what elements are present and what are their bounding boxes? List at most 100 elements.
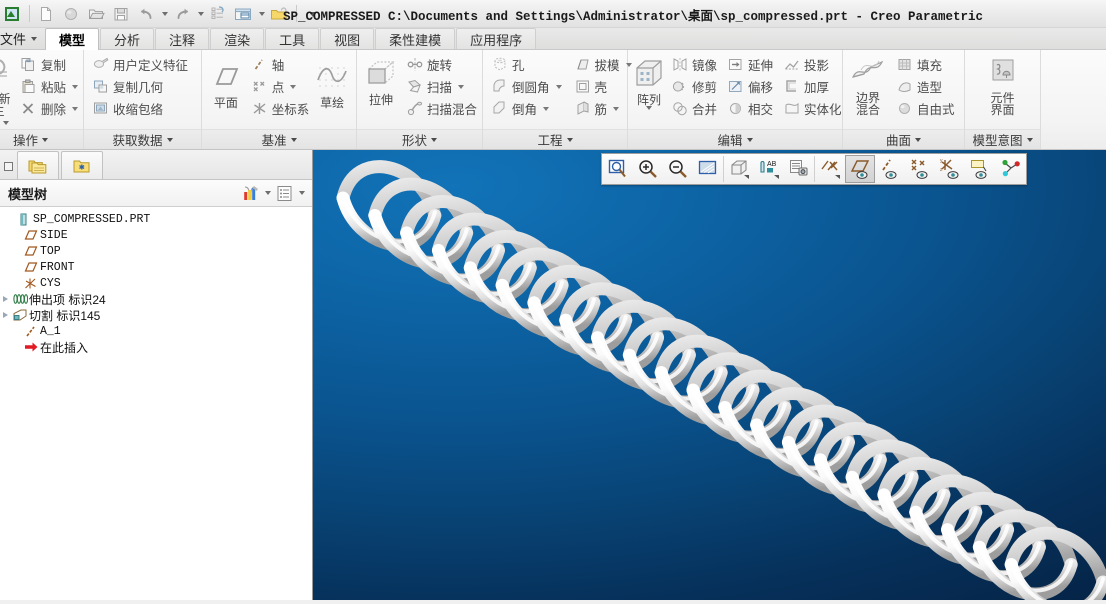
close-folder-icon[interactable]: [267, 3, 291, 25]
tab-analysis[interactable]: 分析: [100, 28, 155, 49]
sketch-button[interactable]: 草绘: [311, 53, 353, 109]
pattern-button[interactable]: 阵列: [631, 53, 667, 110]
plane-display-icon[interactable]: [845, 155, 875, 183]
regenerate-icon[interactable]: [206, 3, 230, 25]
datum-axis-button[interactable]: 轴: [249, 54, 312, 75]
boundary-blend-button[interactable]: 边界 混合: [846, 53, 890, 116]
tab-view[interactable]: 视图: [320, 28, 375, 49]
extend-button[interactable]: 延伸: [725, 54, 775, 75]
intersect-button[interactable]: 相交: [725, 98, 775, 119]
csys-display-icon[interactable]: y z: [935, 155, 965, 183]
tab-render[interactable]: 渲染: [210, 28, 265, 49]
udf-button[interactable]: 用户定义特征: [90, 54, 190, 75]
annotation-display-icon[interactable]: [965, 155, 995, 183]
chevron-down-icon[interactable]: [566, 137, 573, 142]
ribbon-group-editing-title[interactable]: 编辑: [628, 129, 842, 149]
customize-qat-icon[interactable]: [301, 3, 325, 25]
datum-display-all-icon[interactable]: [815, 155, 845, 183]
chevron-down-icon[interactable]: [543, 106, 550, 111]
tree-node-axis[interactable]: A_1: [0, 323, 312, 339]
ribbon-group-datum-title[interactable]: 基准: [202, 129, 356, 149]
ribbon-group-get-data-title[interactable]: 获取数据: [84, 129, 201, 149]
shell-button[interactable]: 壳: [572, 76, 634, 97]
extrude-button[interactable]: 拉伸: [360, 53, 402, 106]
ribbon-group-operations-title[interactable]: 操作: [0, 129, 83, 149]
thicken-button[interactable]: 加厚: [781, 76, 844, 97]
zoom-in-icon[interactable]: [633, 155, 663, 183]
freestyle-button[interactable]: 自由式: [894, 98, 957, 119]
window-icon[interactable]: [231, 3, 255, 25]
style-button[interactable]: 造型: [894, 76, 957, 97]
rib-button[interactable]: 筋: [572, 98, 634, 119]
display-style-icon[interactable]: [724, 155, 754, 183]
chevron-down-icon[interactable]: [42, 137, 48, 142]
ribbon-group-model-intent-title[interactable]: 模型意图: [965, 129, 1040, 149]
chevron-down-icon[interactable]: [555, 84, 562, 89]
tree-node-part[interactable]: SP_COMPRESSED.PRT: [0, 211, 312, 227]
solidify-button[interactable]: 实体化: [781, 98, 844, 119]
filter-tools-icon[interactable]: [240, 183, 262, 204]
component-interface-button[interactable]: 元件 界面: [975, 53, 1031, 116]
chevron-down-icon[interactable]: [3, 121, 9, 125]
chevron-down-icon[interactable]: [290, 137, 297, 142]
tree-settings-icon[interactable]: [274, 183, 296, 204]
chevron-down-icon[interactable]: [458, 84, 464, 89]
chevron-down-icon[interactable]: [613, 106, 620, 111]
chevron-down-icon[interactable]: [72, 106, 78, 111]
offset-button[interactable]: 偏移: [725, 76, 775, 97]
chevron-down-icon[interactable]: [1026, 137, 1033, 142]
revolve-button[interactable]: 旋转: [404, 54, 479, 75]
tab-file[interactable]: 文件: [0, 28, 41, 49]
sweep-button[interactable]: 扫描: [404, 76, 479, 97]
view-manager-icon[interactable]: [784, 155, 814, 183]
tree-node-cut[interactable]: 切割 标识145: [0, 307, 312, 323]
redo-dropdown-caret-icon[interactable]: [195, 3, 206, 25]
swept-blend-button[interactable]: 扫描混合: [404, 98, 479, 119]
spin-center-icon[interactable]: [995, 155, 1025, 183]
tree-node-insert-here[interactable]: 在此插入: [0, 339, 312, 355]
chevron-down-icon[interactable]: [72, 84, 78, 89]
regenerate-button[interactable]: 重新生 成: [0, 53, 16, 129]
tab-applications[interactable]: 应用程序: [456, 28, 537, 49]
chamfer-button[interactable]: 倒角: [489, 98, 564, 119]
tree-node-cys[interactable]: CYS: [0, 275, 312, 291]
tree-expander-icon[interactable]: [0, 312, 11, 318]
delete-button[interactable]: 删除: [18, 98, 80, 119]
project-button[interactable]: 投影: [781, 54, 844, 75]
chevron-down-icon[interactable]: [431, 137, 437, 142]
ribbon-group-shapes-title[interactable]: 形状: [357, 129, 482, 149]
tab-flexible-modeling[interactable]: 柔性建模: [375, 28, 456, 49]
open-sphere-icon[interactable]: [59, 3, 83, 25]
tree-settings-caret-icon[interactable]: [296, 183, 308, 204]
chevron-down-icon[interactable]: [746, 137, 753, 142]
redo-icon[interactable]: [170, 3, 194, 25]
datum-plane-button[interactable]: 平面: [205, 53, 247, 109]
draft-button[interactable]: 拔模: [572, 54, 634, 75]
layer-tree-tab[interactable]: [61, 151, 103, 179]
tree-node-side[interactable]: SIDE: [0, 227, 312, 243]
tree-node-protrusion[interactable]: 伸出项 标识24: [0, 291, 312, 307]
refit-icon[interactable]: [603, 155, 633, 183]
app-logo-icon[interactable]: [0, 3, 24, 25]
open-folder-icon[interactable]: [84, 3, 108, 25]
zoom-out-icon[interactable]: [663, 155, 693, 183]
filter-dropdown-caret-icon[interactable]: [262, 183, 274, 204]
ribbon-group-surfaces-title[interactable]: 曲面: [843, 129, 964, 149]
window-dropdown-caret-icon[interactable]: [256, 3, 267, 25]
repaint-icon[interactable]: [693, 155, 723, 183]
tab-tools[interactable]: 工具: [265, 28, 320, 49]
undo-dropdown-caret-icon[interactable]: [159, 3, 170, 25]
chevron-down-icon[interactable]: [646, 106, 652, 110]
new-icon[interactable]: [34, 3, 58, 25]
undo-icon[interactable]: [134, 3, 158, 25]
copy-geometry-button[interactable]: 复制几何: [90, 76, 190, 97]
shrinkwrap-button[interactable]: 收缩包络: [90, 98, 190, 119]
graphics-viewport[interactable]: AB y z: [313, 150, 1106, 600]
fill-button[interactable]: 填充: [894, 54, 957, 75]
chevron-down-icon[interactable]: [290, 84, 297, 89]
point-display-icon[interactable]: [905, 155, 935, 183]
model-tree-tab[interactable]: [17, 151, 59, 179]
datum-point-button[interactable]: 点: [249, 76, 312, 97]
chevron-down-icon[interactable]: [915, 137, 921, 142]
mirror-button[interactable]: 镜像: [669, 54, 719, 75]
